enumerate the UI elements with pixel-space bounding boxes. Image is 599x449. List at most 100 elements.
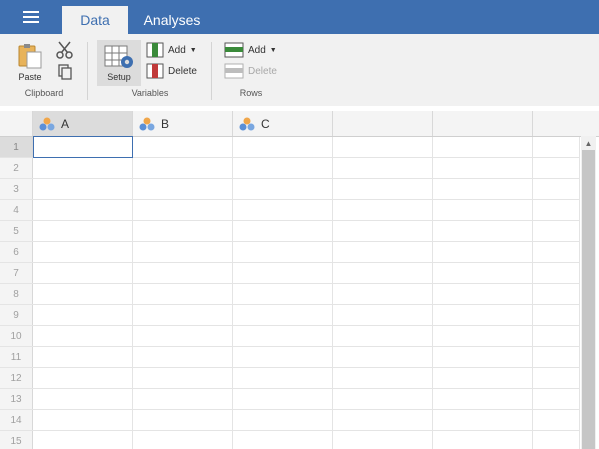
table-cell[interactable] xyxy=(133,137,233,157)
table-cell[interactable] xyxy=(333,368,433,388)
table-cell[interactable] xyxy=(533,242,580,262)
row-number[interactable]: 4 xyxy=(0,200,33,220)
row-number[interactable]: 11 xyxy=(0,347,33,367)
row-number[interactable]: 13 xyxy=(0,389,33,409)
table-cell[interactable] xyxy=(33,200,133,220)
table-cell[interactable] xyxy=(333,305,433,325)
table-cell[interactable] xyxy=(433,368,533,388)
delete-variable-button[interactable]: Delete xyxy=(146,63,197,79)
table-cell[interactable] xyxy=(433,179,533,199)
table-cell[interactable] xyxy=(333,179,433,199)
column-header-empty[interactable] xyxy=(533,111,599,136)
table-cell[interactable] xyxy=(233,305,333,325)
row-number[interactable]: 12 xyxy=(0,368,33,388)
table-cell[interactable] xyxy=(133,263,233,283)
active-cell[interactable] xyxy=(33,136,133,158)
table-cell[interactable] xyxy=(133,368,233,388)
row-number[interactable]: 2 xyxy=(0,158,33,178)
table-cell[interactable] xyxy=(533,431,580,449)
table-cell[interactable] xyxy=(33,221,133,241)
table-cell[interactable] xyxy=(33,242,133,262)
table-cell[interactable] xyxy=(433,263,533,283)
table-cell[interactable] xyxy=(333,389,433,409)
table-cell[interactable] xyxy=(33,431,133,449)
table-cell[interactable] xyxy=(533,221,580,241)
row-number[interactable]: 3 xyxy=(0,179,33,199)
row-number[interactable]: 1 xyxy=(0,137,33,157)
table-cell[interactable] xyxy=(33,305,133,325)
table-cell[interactable] xyxy=(233,431,333,449)
table-cell[interactable] xyxy=(133,284,233,304)
table-cell[interactable] xyxy=(33,326,133,346)
table-cell[interactable] xyxy=(233,410,333,430)
table-cell[interactable] xyxy=(233,179,333,199)
table-cell[interactable] xyxy=(133,326,233,346)
scroll-up-arrow-icon[interactable]: ▲ xyxy=(581,136,596,150)
table-cell[interactable] xyxy=(233,284,333,304)
table-cell[interactable] xyxy=(133,431,233,449)
row-number[interactable]: 14 xyxy=(0,410,33,430)
table-cell[interactable] xyxy=(533,284,580,304)
table-cell[interactable] xyxy=(533,389,580,409)
table-cell[interactable] xyxy=(233,389,333,409)
table-cell[interactable] xyxy=(433,158,533,178)
row-number[interactable]: 10 xyxy=(0,326,33,346)
table-cell[interactable] xyxy=(533,410,580,430)
table-cell[interactable] xyxy=(133,242,233,262)
table-cell[interactable] xyxy=(433,347,533,367)
delete-row-button[interactable]: Delete xyxy=(224,63,277,79)
table-cell[interactable] xyxy=(333,158,433,178)
table-cell[interactable] xyxy=(333,200,433,220)
table-cell[interactable] xyxy=(233,242,333,262)
table-cell[interactable] xyxy=(33,158,133,178)
paste-button[interactable]: Paste xyxy=(16,42,44,82)
table-cell[interactable] xyxy=(433,326,533,346)
add-row-button[interactable]: Add ▼ xyxy=(224,42,277,58)
copy-button[interactable] xyxy=(57,64,73,80)
table-cell[interactable] xyxy=(133,158,233,178)
table-cell[interactable] xyxy=(133,221,233,241)
table-cell[interactable] xyxy=(333,347,433,367)
tab-data[interactable]: Data xyxy=(62,6,128,34)
table-cell[interactable] xyxy=(533,347,580,367)
table-cell[interactable] xyxy=(233,221,333,241)
column-header-a[interactable]: A xyxy=(33,111,133,136)
row-number[interactable]: 8 xyxy=(0,284,33,304)
table-cell[interactable] xyxy=(333,221,433,241)
table-cell[interactable] xyxy=(433,431,533,449)
corner-cell[interactable] xyxy=(0,111,33,136)
table-cell[interactable] xyxy=(533,305,580,325)
table-cell[interactable] xyxy=(33,284,133,304)
column-header-b[interactable]: B xyxy=(133,111,233,136)
column-header-c[interactable]: C xyxy=(233,111,333,136)
table-cell[interactable] xyxy=(133,347,233,367)
table-cell[interactable] xyxy=(33,410,133,430)
table-cell[interactable] xyxy=(133,179,233,199)
table-cell[interactable] xyxy=(33,389,133,409)
row-number[interactable]: 5 xyxy=(0,221,33,241)
table-cell[interactable] xyxy=(533,200,580,220)
column-header-empty[interactable] xyxy=(333,111,433,136)
row-number[interactable]: 15 xyxy=(0,431,33,449)
table-cell[interactable] xyxy=(333,284,433,304)
table-cell[interactable] xyxy=(433,221,533,241)
table-cell[interactable] xyxy=(433,284,533,304)
table-cell[interactable] xyxy=(333,242,433,262)
table-cell[interactable] xyxy=(433,137,533,157)
table-cell[interactable] xyxy=(433,305,533,325)
table-cell[interactable] xyxy=(233,347,333,367)
table-cell[interactable] xyxy=(533,263,580,283)
table-cell[interactable] xyxy=(233,137,333,157)
table-cell[interactable] xyxy=(333,410,433,430)
table-cell[interactable] xyxy=(133,200,233,220)
table-cell[interactable] xyxy=(333,137,433,157)
table-cell[interactable] xyxy=(233,263,333,283)
setup-button[interactable]: Setup xyxy=(97,40,141,86)
add-variable-button[interactable]: Add ▼ xyxy=(146,42,197,58)
table-cell[interactable] xyxy=(233,200,333,220)
table-cell[interactable] xyxy=(33,347,133,367)
table-cell[interactable] xyxy=(433,242,533,262)
vertical-scrollbar[interactable]: ▲ xyxy=(581,136,596,449)
table-cell[interactable] xyxy=(533,326,580,346)
table-cell[interactable] xyxy=(233,326,333,346)
